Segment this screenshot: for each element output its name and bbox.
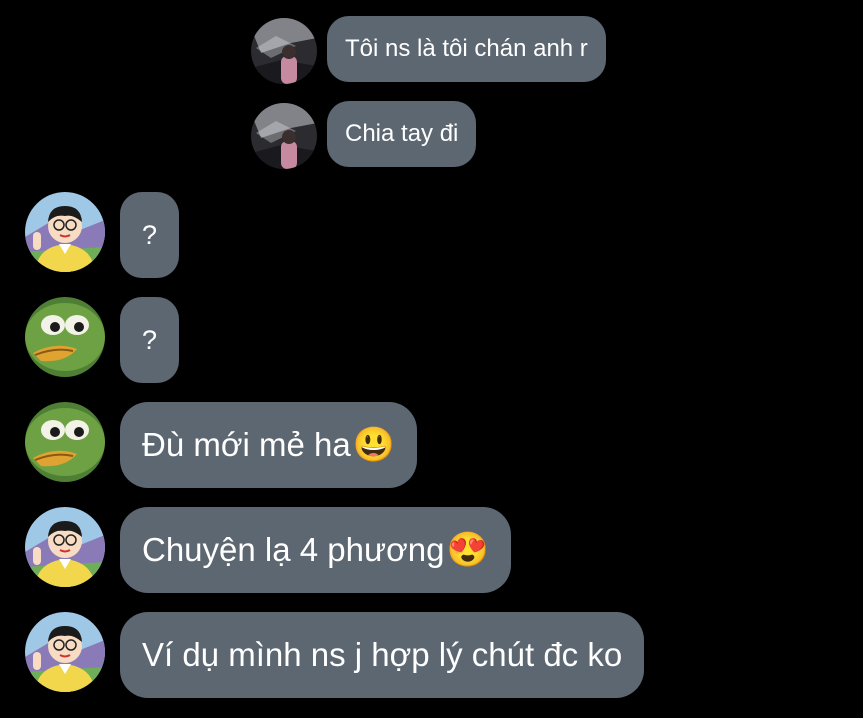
message-bubble[interactable]: ? <box>120 297 180 383</box>
smiley-emoji-icon: 😃 <box>352 426 396 464</box>
message-row: Tôi ns là tôi chán anh r <box>251 16 606 84</box>
message-text: ? <box>142 219 158 250</box>
message-row: Chuyện lạ 4 phương 😍 <box>25 507 511 593</box>
profile-photo-avatar[interactable] <box>251 103 317 169</box>
message-bubble[interactable]: Đù mới mẻ ha 😃 <box>120 402 418 488</box>
message-text: Tôi ns là tôi chán anh r <box>345 35 588 62</box>
nobita-avatar[interactable] <box>25 192 105 272</box>
message-bubble[interactable]: Ví dụ mình ns j hợp lý chút đc ko <box>120 612 645 698</box>
message-text: Chuyện lạ 4 phương <box>142 531 445 568</box>
message-row: ? <box>25 297 180 383</box>
nobita-avatar[interactable] <box>25 507 105 587</box>
message-row: Chia tay đi <box>251 101 477 169</box>
message-row: ? <box>25 192 180 278</box>
message-bubble[interactable]: Chuyện lạ 4 phương 😍 <box>120 507 511 593</box>
message-text: Đù mới mẻ ha <box>142 426 351 463</box>
message-bubble[interactable]: Chia tay đi <box>327 101 477 167</box>
frog-avatar[interactable] <box>25 402 105 482</box>
message-bubble[interactable]: Tôi ns là tôi chán anh r <box>327 16 606 82</box>
message-text: ? <box>142 324 158 355</box>
profile-photo-avatar[interactable] <box>251 18 317 84</box>
heart-eyes-emoji-icon: 😍 <box>446 531 489 569</box>
message-text: Ví dụ mình ns j hợp lý chút đc ko <box>142 636 623 673</box>
message-row: Đù mới mẻ ha 😃 <box>25 402 418 488</box>
message-bubble[interactable]: ? <box>120 192 180 278</box>
message-row: Ví dụ mình ns j hợp lý chút đc ko <box>25 612 645 698</box>
nobita-avatar[interactable] <box>25 612 105 692</box>
frog-avatar[interactable] <box>25 297 105 377</box>
message-text: Chia tay đi <box>345 120 459 147</box>
